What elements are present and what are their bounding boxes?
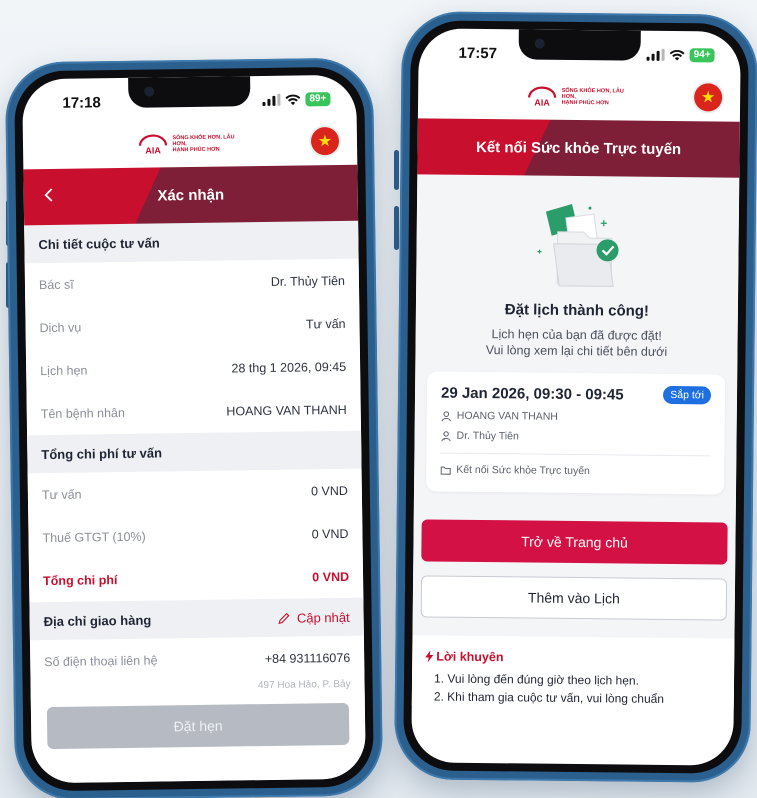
lightning-icon [425,650,434,663]
aia-logo-mark: AIA [527,86,556,108]
delivery-section-title: Địa chỉ giao hàng [43,612,152,629]
doctor-line: Dr. Thủy Tiên [441,430,711,445]
success-line-2: Vui lòng xem lại chi tiết bên dưới [485,343,668,359]
service-line: Kết nối Sức khỏe Trực tuyến [440,464,710,479]
total-value: 0 VND [312,569,350,584]
add-to-calendar-button[interactable]: Thêm vào Lịch [420,575,728,621]
update-label: Cập nhật [296,609,350,626]
total-label: Tổng chi phí [43,572,118,588]
brand-tagline-1: SỐNG KHỎE HƠN, LÂU HƠN, [172,134,235,148]
detail-row: Lịch hẹn 28 thg 1 2026, 09:45 [26,345,361,393]
brand-tagline-1: SỐNG KHỎE HƠN, LÂU HƠN, [561,87,624,100]
chevron-left-icon [44,187,53,202]
phone-mockup-success: 17:57 94+ AIA SỐNG KHỎE HƠN, LÂU HƠN, HẠ… [393,11,757,783]
update-address-button[interactable]: Cập nhật [278,609,350,625]
success-title: Đặt lịch thành công! [504,301,650,320]
folder-icon [440,466,451,475]
cost-section-title: Tổng chi phí tư vấn [41,444,163,462]
star-icon: ★ [700,89,716,107]
phone-row: Số điện thoại liên hệ +84 931116076 [30,636,365,684]
row-label: Dịch vụ [39,320,82,335]
cost-section-header: Tổng chi phí tư vấn [27,430,362,474]
consult-section-title: Chi tiết cuộc tư vấn [38,234,160,252]
page-header: Xác nhận [23,164,359,226]
page-title: Xác nhận [157,186,225,204]
star-icon: ★ [317,133,333,151]
divider [440,452,711,457]
detail-row: Bác sĩ Dr. Thủy Tiên [25,259,360,307]
cost-row: Tư vấn 0 VND [28,469,363,517]
row-label: Tư vấn [41,487,82,502]
language-flag-button[interactable]: ★ [693,83,723,112]
advice-section: Lời khuyên 1. Vui lòng đến đúng giờ theo… [411,635,735,709]
appointment-time: 29 Jan 2026, 09:30 - 09:45 [440,384,624,403]
brand-bar: AIA SỐNG KHỎE HƠN, LÂU HƠN, HẠNH PHÚC HƠ… [418,72,740,121]
confirmation-screen: 17:18 89+ AIA SỐNG KHỎE HƠN, LÂU HƠN, HẠ… [22,74,366,784]
doctor-name: Dr. Thủy Tiên [456,429,519,443]
signal-icon [646,48,665,61]
aia-logo: AIA SỐNG KHỎE HƠN, LÂU HƠN, HẠNH PHÚC HƠ… [527,85,632,108]
back-home-button[interactable]: Trở về Trang chủ [421,519,728,565]
row-value: Dr. Thủy Tiên [270,273,346,289]
status-badge: Sắp tới [663,385,712,405]
notch [128,76,251,108]
battery-icon: 94+ [689,48,715,63]
appointment-card[interactable]: 29 Jan 2026, 09:30 - 09:45 Sắp tới HOANG… [426,371,726,495]
footer: Đặt hẹn [30,688,366,784]
book-appointment-button[interactable]: Đặt hẹn [46,702,350,750]
status-time: 17:57 [458,44,498,62]
success-illustration [527,197,628,288]
advice-title: Lời khuyên [436,649,504,665]
row-label: Số điện thoại liên hệ [44,653,158,669]
cost-row: Thuế GTGT (10%) 0 VND [28,512,363,560]
row-label: Tên bệnh nhân [40,405,125,421]
notch [518,29,641,61]
user-icon [441,410,451,421]
signal-icon [262,93,281,107]
row-label: Thuế GTGT (10%) [42,529,146,545]
brand-tagline-2: HẠNH PHÚC HƠN [561,99,609,107]
brand-bar: AIA SỐNG KHỎE HƠN, LÂU HƠN, HẠNH PHÚC HƠ… [23,119,358,170]
status-time: 17:18 [62,93,101,112]
row-value: Tư vấn [305,316,346,331]
row-value: HOANG VAN THANH [226,402,347,419]
brand-tagline-2: HẠNH PHÚC HƠN [172,146,220,154]
total-cost-row: Tổng chi phí 0 VND [29,555,364,603]
patient-name: HOANG VAN THANH [456,409,558,423]
page-title: Kết nối Sức khỏe Trực tuyến [475,138,682,158]
success-screen: 17:57 94+ AIA SỐNG KHỎE HƠN, LÂU HƠN, HẠ… [411,28,741,766]
svg-text:AIA: AIA [145,145,161,155]
phone-mockup-confirmation: 17:18 89+ AIA SỐNG KHỎE HƠN, LÂU HƠN, HẠ… [4,57,384,798]
wifi-icon [669,49,685,61]
row-label: Lịch hẹn [40,362,88,378]
language-flag-button[interactable]: ★ [310,126,340,156]
svg-text:AIA: AIA [534,98,550,108]
battery-icon: 89+ [305,92,331,107]
aia-logo: AIA SỐNG KHỎE HƠN, LÂU HƠN, HẠNH PHÚC HƠ… [137,132,242,156]
row-value: 28 thg 1 2026, 09:45 [231,359,347,375]
wifi-icon [285,94,301,105]
advice-item: 2. Khi tham gia cuộc tư vấn, vui lòng ch… [433,689,665,706]
service-name: Kết nối Sức khỏe Trực tuyến [456,463,591,478]
row-value: 0 VND [311,526,349,541]
consult-section-header: Chi tiết cuộc tư vấn [24,220,359,264]
delivery-section-header: Địa chỉ giao hàng Cập nhật [29,597,364,641]
page-header: Kết nối Sức khỏe Trực tuyến [417,118,740,178]
back-button[interactable] [44,185,54,208]
success-content: Đặt lịch thành công! Lịch hẹn của bạn đã… [411,174,740,709]
doctor-icon [441,430,451,441]
row-value: 0 VND [310,483,348,498]
aia-logo-mark: AIA [138,134,167,156]
detail-row: Tên bệnh nhân HOANG VAN THANH [26,388,361,436]
detail-row: Dịch vụ Tư vấn [25,302,360,350]
patient-line: HOANG VAN THANH [441,410,711,425]
row-label: Bác sĩ [38,277,74,292]
pencil-icon [278,612,290,624]
row-value: +84 931116076 [264,650,351,666]
